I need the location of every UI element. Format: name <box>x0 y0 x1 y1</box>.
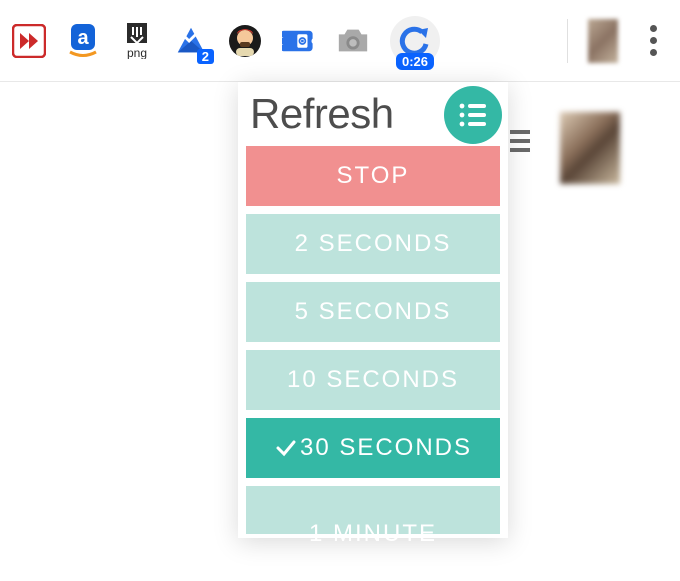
overflow-menu-icon[interactable] <box>638 25 668 56</box>
popup-options: STOP 2 SECONDS 5 SECONDS 10 SECONDS 30 S… <box>238 146 508 534</box>
user-avatar[interactable] <box>560 112 620 184</box>
option-label: STOP <box>337 162 410 190</box>
refresh-icon[interactable]: 0:26 <box>390 16 440 66</box>
png-label: png <box>127 46 147 59</box>
png-download-icon[interactable]: png <box>120 24 154 58</box>
fastforward-icon[interactable] <box>12 24 46 58</box>
option-label: 30 SECONDS <box>300 434 472 462</box>
option-30-seconds[interactable]: 30 SECONDS <box>246 418 500 478</box>
option-label: 5 SECONDS <box>295 298 452 326</box>
option-label: 2 SECONDS <box>295 230 452 258</box>
list-icon <box>457 102 489 128</box>
option-10-seconds[interactable]: 10 SECONDS <box>246 350 500 410</box>
avatar-extension-icon[interactable] <box>228 24 262 58</box>
inbox-icon[interactable]: 2 <box>174 24 208 58</box>
check-icon <box>274 436 298 460</box>
camera-icon[interactable] <box>336 24 370 58</box>
svg-text:a: a <box>77 27 89 49</box>
timer-badge: 0:26 <box>396 53 434 70</box>
inbox-badge: 2 <box>197 49 214 64</box>
coupon-icon[interactable] <box>282 24 316 58</box>
option-2-seconds[interactable]: 2 SECONDS <box>246 214 500 274</box>
refresh-popup: Refresh STOP 2 SECONDS 5 SECONDS <box>238 82 508 538</box>
profile-avatar[interactable] <box>588 19 618 63</box>
amazon-assistant-icon[interactable]: a <box>66 24 100 58</box>
option-1-minute[interactable]: 1 MINUTE <box>246 486 500 534</box>
popup-menu-button[interactable] <box>444 86 502 144</box>
toolbar-separator <box>567 19 568 63</box>
page-content: Refresh STOP 2 SECONDS 5 SECONDS <box>0 82 680 581</box>
option-label: 1 MINUTE <box>309 520 437 548</box>
hamburger-icon[interactable] <box>510 130 530 152</box>
option-label: 10 SECONDS <box>287 366 459 394</box>
option-stop[interactable]: STOP <box>246 146 500 206</box>
option-5-seconds[interactable]: 5 SECONDS <box>246 282 500 342</box>
popup-title: Refresh <box>250 90 394 138</box>
popup-header: Refresh <box>238 82 508 146</box>
browser-toolbar: a png 2 <box>0 0 680 82</box>
